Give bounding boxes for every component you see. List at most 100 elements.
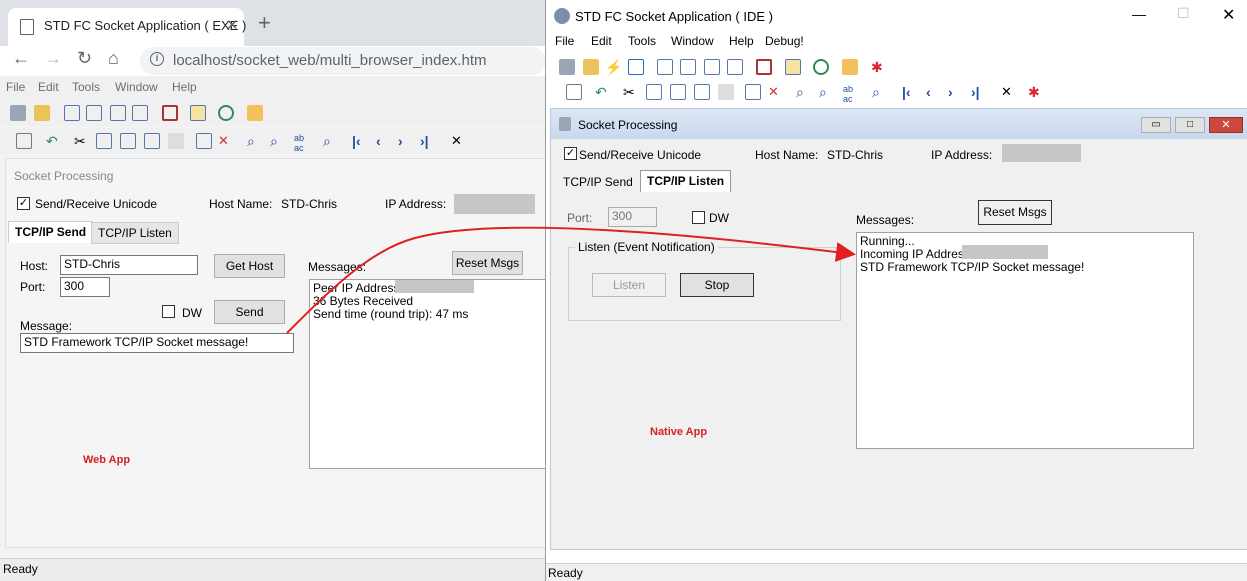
back-icon[interactable]: ← [12,48,30,69]
send-button[interactable]: Send [214,300,285,324]
stop-button[interactable]: Stop [680,273,754,297]
server-icon[interactable] [559,59,575,75]
panel-minimize-icon[interactable]: ▭ [1141,117,1171,133]
replace-icon[interactable]: ab ac [294,133,310,153]
minimize-icon[interactable]: — [1132,6,1146,22]
erase-icon[interactable] [718,84,734,100]
get-host-button[interactable]: Get Host [214,254,285,278]
tab-tcp-listen[interactable]: TCP/IP Listen [640,170,732,192]
database-icon[interactable] [583,59,599,75]
lightning-icon[interactable]: ⚡ [605,59,622,75]
menu-help[interactable]: Help [729,34,754,48]
window-icon[interactable] [110,105,126,121]
tree-icon[interactable] [196,133,212,149]
delete-node-icon[interactable]: ✕ [218,133,234,149]
bug-icon[interactable]: ✱ [871,59,887,75]
close-window-icon[interactable]: ✕ [1222,5,1235,25]
listen-button[interactable]: Listen [592,273,666,297]
zoom-icon[interactable]: ⌕ [323,133,339,149]
tab-tcp-listen[interactable]: TCP/IP Listen [91,222,179,244]
forward-icon[interactable]: → [44,48,62,69]
reset-msgs-button[interactable]: Reset Msgs [452,251,523,275]
last-icon[interactable]: ›| [420,133,436,149]
panel-close-icon[interactable]: ✕ [1209,117,1243,133]
database-icon[interactable] [34,105,50,121]
list-icon[interactable] [190,105,206,121]
next-icon[interactable]: › [948,84,964,100]
delete-node-icon[interactable]: ✕ [768,84,784,100]
cascade-icon[interactable] [727,59,743,75]
exit-icon[interactable] [247,105,263,121]
cascade-icon[interactable] [132,105,148,121]
copy-icon[interactable] [96,133,112,149]
columns-icon[interactable] [64,105,80,121]
last-icon[interactable]: ›| [971,84,987,100]
stop-icon[interactable] [162,105,178,121]
tab-tcp-send[interactable]: TCP/IP Send [8,221,94,243]
find-next-icon[interactable]: ⌕ [270,133,286,149]
new-tab-icon[interactable]: + [258,10,271,36]
close-icon[interactable]: ✕ [451,133,467,149]
exit-icon[interactable] [842,59,858,75]
undo-icon[interactable]: ↶ [595,84,611,100]
first-icon[interactable]: |‹ [352,133,368,149]
port-input[interactable]: 300 [60,277,110,297]
paste-icon[interactable] [694,84,710,100]
address-bar[interactable]: i localhost/socket_web/multi_browser_ind… [140,47,546,75]
copy-icon[interactable] [646,84,662,100]
first-icon[interactable]: |‹ [902,84,918,100]
server-icon[interactable] [10,105,26,121]
undo-icon[interactable]: ↶ [46,133,62,149]
menu-tools[interactable]: Tools [628,34,656,48]
menu-help[interactable]: Help [172,80,197,94]
reload-icon[interactable]: ↻ [77,48,92,69]
menu-file[interactable]: File [6,80,25,94]
list-icon[interactable] [785,59,801,75]
search-icon[interactable]: ⌕ [796,84,812,100]
message-input[interactable]: STD Framework TCP/IP Socket message! [20,333,294,353]
target-icon[interactable] [218,105,234,121]
search-icon[interactable]: ⌕ [247,133,263,149]
host-input[interactable]: STD-Chris [60,255,198,275]
erase-icon[interactable] [168,133,184,149]
home-icon[interactable]: ⌂ [108,48,119,69]
sync-icon[interactable] [120,133,136,149]
replace-icon[interactable]: ab ac [843,84,859,104]
import-icon[interactable] [628,59,644,75]
dw-checkbox[interactable] [692,211,705,224]
menu-tools[interactable]: Tools [72,80,100,94]
maximize-icon[interactable]: ☐ [1177,5,1190,22]
prev-icon[interactable]: ‹ [926,84,942,100]
stop-icon[interactable] [756,59,772,75]
tab-tcp-send[interactable]: TCP/IP Send [557,172,639,194]
menu-edit[interactable]: Edit [38,80,59,94]
rows-icon[interactable] [680,59,696,75]
window-icon[interactable] [704,59,720,75]
tree-icon[interactable] [745,84,761,100]
menu-file[interactable]: File [555,34,574,48]
port-input[interactable]: 300 [608,207,657,227]
reset-msgs-button[interactable]: Reset Msgs [978,200,1052,225]
find-next-icon[interactable]: ⌕ [819,84,835,100]
dw-checkbox[interactable] [162,305,175,318]
browser-tab[interactable]: STD FC Socket Application ( EXE ) ✕ [8,8,246,46]
unicode-checkbox[interactable]: ✓ [564,147,577,160]
rows-icon[interactable] [86,105,102,121]
save-icon[interactable] [566,84,582,100]
zoom-icon[interactable]: ⌕ [872,84,888,100]
close-tab-icon[interactable]: ✕ [226,16,239,34]
target-icon[interactable] [813,59,829,75]
unicode-checkbox[interactable]: ✓ [17,197,30,210]
menu-window[interactable]: Window [115,80,158,94]
prev-icon[interactable]: ‹ [376,133,392,149]
close-icon[interactable]: ✕ [1001,84,1017,100]
bug-icon[interactable]: ✱ [1028,84,1044,100]
paste-icon[interactable] [144,133,160,149]
next-icon[interactable]: › [398,133,414,149]
sync-icon[interactable] [670,84,686,100]
menu-window[interactable]: Window [671,34,714,48]
save-icon[interactable] [16,133,32,149]
cut-icon[interactable]: ✂ [74,133,90,149]
menu-debug[interactable]: Debug! [765,34,804,48]
menu-edit[interactable]: Edit [591,34,612,48]
